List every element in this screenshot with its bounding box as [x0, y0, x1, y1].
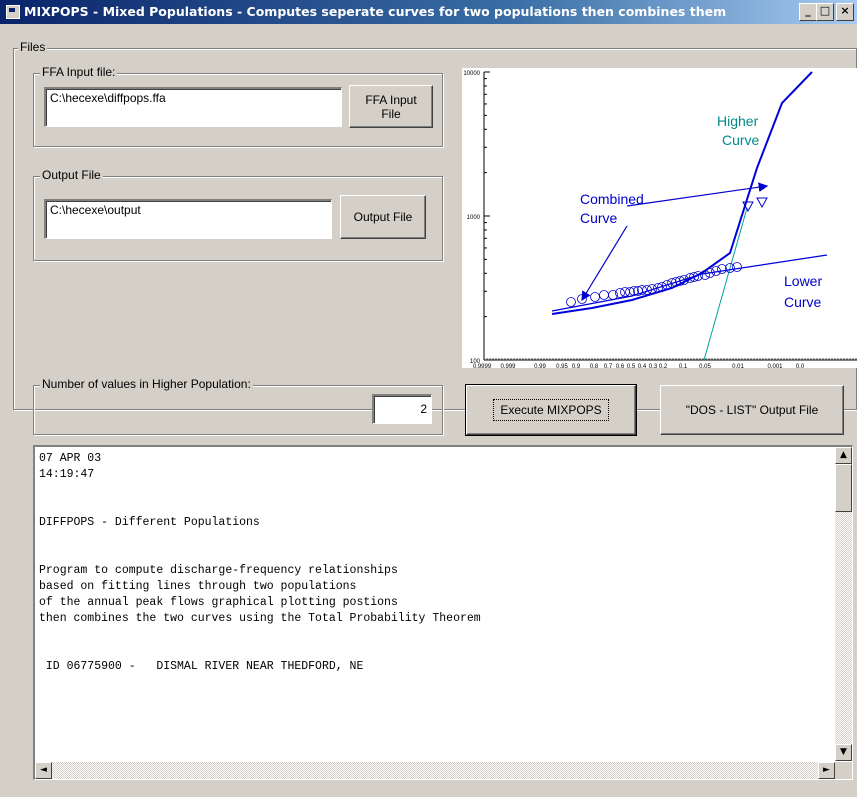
vertical-scrollbar[interactable]: ▲ ▼ — [835, 447, 852, 761]
scroll-up-button[interactable]: ▲ — [835, 447, 852, 464]
data-point — [732, 262, 742, 272]
x-tick-label: 0.1 — [679, 364, 688, 368]
x-tick-label: 0.2 — [659, 364, 668, 368]
lower-curve-label-line2: Curve — [784, 294, 822, 310]
higher-curve-label-line1: Higher — [717, 113, 759, 129]
x-tick-label: 0.999 — [500, 364, 516, 368]
y-tick-label: 1000 — [467, 215, 481, 221]
higher-population-count-field[interactable]: 2 — [372, 394, 432, 424]
x-tick-label: 0.7 — [604, 364, 613, 368]
x-tick-label: 0.05 — [699, 364, 711, 368]
higher-curve-label-line2: Curve — [722, 132, 760, 148]
x-tick-label: 0.95 — [556, 364, 568, 368]
close-button[interactable]: × — [836, 3, 854, 21]
ffa-input-button-line1: FFA Input — [365, 92, 417, 107]
output-line: Program to compute discharge-frequency r… — [39, 564, 398, 577]
x-tick-label: 0.99 — [534, 364, 546, 368]
x-tick-label: 0.001 — [767, 364, 783, 368]
x-tick-label: 0.0 — [796, 364, 805, 368]
output-line: DIFFPOPS - Different Populations — [39, 516, 260, 529]
execute-mixpops-label: Execute MIXPOPS — [493, 399, 609, 421]
ffa-input-file-button[interactable]: FFA Input File — [349, 85, 433, 128]
ffa-input-field[interactable]: C:\hecexe\diffpops.ffa — [44, 87, 342, 127]
higher-population-label: Number of values in Higher Population: — [40, 377, 253, 391]
output-text-area[interactable]: 07 APR 03 14:19:47 DIFFPOPS - Different P… — [33, 445, 853, 780]
data-point — [620, 287, 630, 297]
window-title: MIXPOPS - Mixed Populations - Computes s… — [24, 4, 727, 19]
scroll-right-button[interactable]: ► — [818, 762, 835, 779]
minimize-button[interactable]: _ — [799, 3, 817, 21]
mixpops-window: MIXPOPS - Mixed Populations - Computes s… — [0, 0, 857, 797]
files-group-label: Files — [18, 40, 48, 54]
output-line: 07 APR 03 — [39, 452, 102, 465]
ffa-input-button-line2: File — [381, 106, 401, 121]
data-point — [717, 264, 727, 274]
x-tick-label: 0.3 — [649, 364, 658, 368]
output-file-field[interactable]: C:\hecexe\output — [44, 199, 332, 239]
output-line: then combines the two curves using the T… — [39, 612, 481, 625]
title-bar[interactable]: MIXPOPS - Mixed Populations - Computes s… — [0, 0, 857, 24]
output-line: of the annual peak flows graphical plott… — [39, 596, 398, 609]
x-tick-label: 0.9 — [572, 364, 581, 368]
combined-curve-label-line2: Curve — [580, 210, 618, 226]
output-line: ID 06775900 - DISMAL RIVER NEAR THEDFORD… — [39, 660, 364, 673]
lower-curve-label-line1: Lower — [784, 273, 822, 289]
vertical-scroll-thumb[interactable] — [835, 464, 852, 512]
execute-mixpops-button[interactable]: Execute MIXPOPS — [465, 384, 637, 436]
horizontal-scrollbar[interactable]: ◄ ► — [35, 762, 835, 779]
maximize-button[interactable]: □ — [816, 3, 834, 21]
x-tick-label: 0.6 — [616, 364, 625, 368]
frequency-chart-svg: 1000010001000.9999 0.999 0.99 0.95 0.9 0.8 0.7… — [463, 71, 857, 370]
x-tick-label: 0.9999 — [473, 364, 492, 368]
output-text: 07 APR 03 14:19:47 DIFFPOPS - Different P… — [39, 451, 481, 675]
higher-curve-line — [703, 207, 748, 361]
app-icon[interactable] — [6, 5, 20, 19]
data-point — [590, 292, 600, 302]
scroll-left-button[interactable]: ◄ — [35, 762, 52, 779]
data-point — [599, 290, 609, 300]
output-file-button[interactable]: Output File — [340, 195, 426, 239]
scrollbar-corner — [835, 762, 852, 779]
x-tick-label: 0.4 — [638, 364, 647, 368]
y-tick-label: 10000 — [463, 71, 480, 77]
frequency-chart: 10000 1000 100 0.9999 0.999 0.99 0.95 0.9 0.8 0.7… — [462, 68, 857, 370]
x-tick-label: 0.5 — [627, 364, 636, 368]
x-tick-label: 0.8 — [590, 364, 599, 368]
x-tick-label: 0.01 — [732, 364, 744, 368]
scroll-down-button[interactable]: ▼ — [835, 744, 852, 761]
output-file-label: Output File — [40, 168, 103, 182]
ffa-input-label: FFA Input file: — [40, 65, 118, 79]
dos-list-output-button[interactable]: "DOS - LIST" Output File — [660, 385, 844, 435]
data-point — [566, 297, 576, 307]
output-line: based on fitting lines through two popul… — [39, 580, 357, 593]
higher-data-point — [756, 197, 768, 209]
output-line: 14:19:47 — [39, 468, 95, 481]
